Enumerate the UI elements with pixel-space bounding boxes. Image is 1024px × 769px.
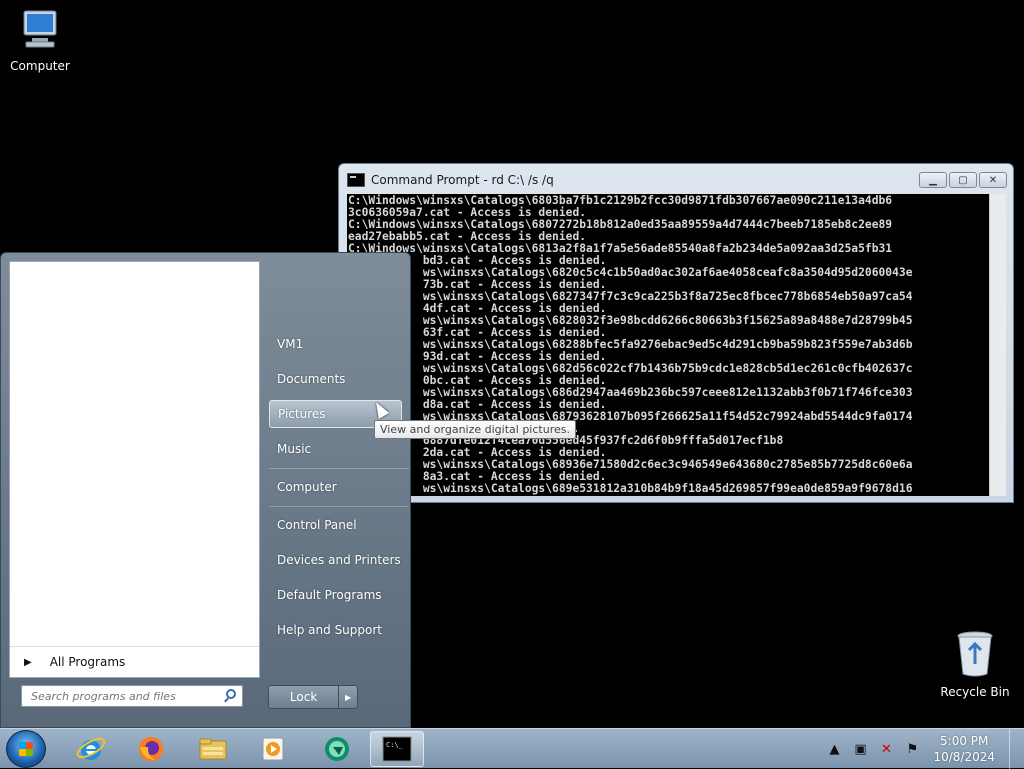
desktop-icon-label: Recycle Bin — [940, 685, 1010, 699]
start-button[interactable] — [6, 730, 46, 768]
sm-item-devices-printers[interactable]: Devices and Printers — [269, 546, 402, 574]
computer-icon — [23, 10, 57, 48]
taskbar: C:\_ ▲ ▣ ✕ ⚑ 5:00 PM 10/8/2024 — [0, 728, 1024, 769]
action-center-flag-icon[interactable]: ⚑ — [904, 741, 920, 757]
menu-separator — [269, 468, 409, 469]
sm-item-help-support[interactable]: Help and Support — [269, 616, 402, 644]
start-menu-places-pane: VM1 Documents Pictures Music Computer Co… — [261, 253, 411, 729]
all-programs-label: All Programs — [49, 655, 126, 669]
close-button[interactable]: ✕ — [979, 172, 1007, 188]
recycle-bin-icon — [957, 631, 993, 677]
chevron-right-icon: ▶ — [24, 656, 32, 668]
internet-explorer-icon — [76, 737, 106, 760]
window-title: Command Prompt - rd C:\ /s /q — [371, 173, 554, 187]
clock-date: 10/8/2024 — [933, 750, 995, 764]
app-icon — [325, 737, 349, 761]
search-icon[interactable] — [226, 689, 236, 699]
media-player-icon — [262, 737, 284, 761]
show-hidden-icons-button[interactable]: ▲ — [826, 741, 842, 757]
file-explorer-icon — [199, 738, 227, 760]
sm-item-computer[interactable]: Computer — [269, 473, 402, 501]
start-menu-programs-pane: ▶ All Programs — [9, 261, 260, 678]
command-prompt-icon — [347, 173, 365, 187]
sm-item-music[interactable]: Music — [269, 435, 402, 463]
tooltip: View and organize digital pictures. — [374, 420, 576, 439]
console-line: ws\winsxs\Catalogs\689e531812a310b84b9f1… — [348, 482, 913, 495]
firefox-icon — [139, 737, 163, 761]
volume-muted-icon[interactable]: ✕ — [878, 741, 894, 757]
maximize-button[interactable]: ▢ — [949, 172, 977, 188]
taskbar-app[interactable] — [310, 731, 364, 767]
taskbar-firefox[interactable] — [124, 731, 178, 767]
desktop-icon-computer[interactable]: Computer — [0, 8, 80, 73]
taskbar-internet-explorer[interactable] — [64, 731, 118, 767]
sm-item-documents[interactable]: Documents — [269, 365, 402, 393]
network-icon[interactable]: ▣ — [852, 741, 868, 757]
lock-button[interactable]: Lock — [268, 685, 340, 709]
lock-button-group: Lock ▶ — [268, 685, 358, 709]
window-title-bar[interactable]: Command Prompt - rd C:\ /s /q — [347, 170, 554, 190]
taskbar-media-player[interactable] — [246, 731, 300, 767]
taskbar-file-explorer[interactable] — [186, 731, 240, 767]
clock[interactable]: 5:00 PM 10/8/2024 — [933, 733, 995, 765]
sm-item-vm1[interactable]: VM1 — [269, 330, 402, 358]
command-prompt-icon: C:\_ — [382, 736, 412, 762]
taskbar-command-prompt[interactable]: C:\_ — [370, 731, 424, 767]
system-tray: ▲ ▣ ✕ ⚑ 5:00 PM 10/8/2024 — [821, 729, 1024, 769]
all-programs-button[interactable]: ▶ All Programs — [10, 646, 259, 677]
desktop-icon-recycle-bin[interactable]: Recycle Bin — [935, 630, 1015, 699]
menu-separator — [269, 506, 409, 507]
svg-text:C:\_: C:\_ — [386, 741, 404, 749]
desktop-icon-label: Computer — [10, 59, 70, 73]
command-prompt-window[interactable]: Command Prompt - rd C:\ /s /q ▁ ▢ ✕ C:\W… — [338, 163, 1014, 503]
minimize-button[interactable]: ▁ — [919, 172, 947, 188]
console-scrollbar[interactable] — [989, 194, 1006, 496]
console-output[interactable]: C:\Windows\winsxs\Catalogs\6803ba7fb1c21… — [347, 194, 989, 496]
shutdown-options-button[interactable]: ▶ — [339, 685, 358, 709]
sm-item-control-panel[interactable]: Control Panel — [269, 511, 402, 539]
search-box[interactable] — [21, 685, 243, 707]
sm-item-default-programs[interactable]: Default Programs — [269, 581, 402, 609]
start-menu: ▶ All Programs VM1 Documents Pictures Mu… — [0, 252, 411, 728]
show-desktop-button[interactable] — [1009, 729, 1024, 769]
clock-time: 5:00 PM — [940, 734, 989, 748]
search-input[interactable] — [29, 686, 223, 706]
